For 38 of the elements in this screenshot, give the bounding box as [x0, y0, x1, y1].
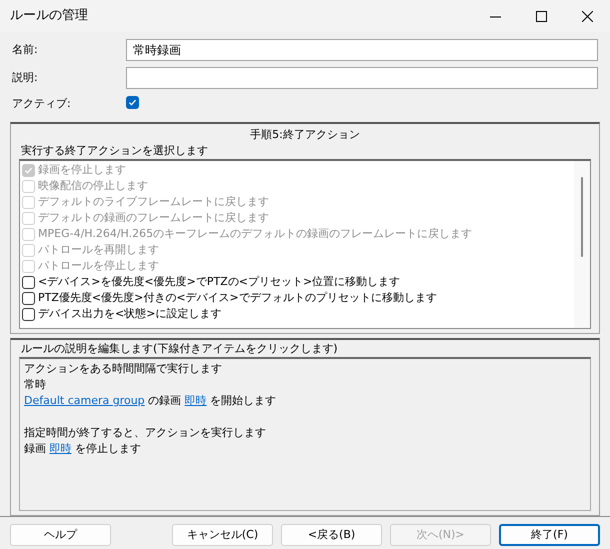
action-label: 映像配信の停止します [38, 178, 148, 194]
checkmark-icon [24, 166, 33, 174]
description-line: 指定時間が終了すると、アクションを実行します [24, 425, 267, 441]
dialog-button[interactable]: 終了(F) [499, 524, 600, 546]
dialog-button[interactable]: キャンセル(C) [172, 524, 273, 546]
window-title: ルールの管理 [10, 8, 89, 24]
link[interactable]: 即時 [184, 394, 207, 407]
action-label: デバイス出力を<状態>に設定します [38, 306, 222, 322]
action-label: デフォルトのライブフレームレートに戻します [38, 194, 269, 210]
checkbox[interactable] [22, 292, 35, 304]
dialog-button[interactable]: <戻る(B) [281, 524, 382, 546]
field-label: アクティブ: [12, 96, 72, 112]
action-label: デフォルトの録画のフレームレートに戻します [38, 210, 269, 226]
action-label: MPEG-4/H.264/H.265のキーフレームのデフォルトの録画のフレームレートに戻します [38, 226, 472, 242]
dialog-button[interactable]: ヘルプ [10, 524, 111, 546]
text-field[interactable]: 常時録画 [126, 39, 598, 61]
link[interactable]: Default camera group [24, 394, 145, 407]
action-label: 録画を停止します [38, 162, 126, 178]
description-heading: ルールの説明を編集します(下線付きアイテムをクリックします) [21, 341, 339, 357]
action-label: PTZ優先度<優先度>付きの<デバイス>でデフォルトのプリセットに移動します [38, 290, 437, 306]
scrollbar-thumb[interactable] [581, 177, 583, 257]
action-label: パトロールを停止します [38, 258, 159, 274]
description-line: Default camera group の録画 即時 を開始します [24, 393, 278, 409]
step-heading: 手順5:終了アクション [249, 127, 361, 143]
description-line: アクションをある時間間隔で実行します [24, 361, 223, 377]
action-label: パトロールを再開します [38, 242, 159, 258]
checkmark-icon [128, 98, 137, 107]
action-label: <デバイス>を優先度<優先度>でPTZの<プリセット>位置に移動します [38, 274, 400, 290]
checkbox[interactable] [126, 96, 139, 109]
description-line: 常時 [24, 377, 47, 393]
prompt-text: 実行する終了アクションを選択します [21, 143, 209, 159]
description-line: 録画 即時 を停止します [24, 441, 142, 457]
text-field[interactable] [126, 67, 598, 89]
field-label: 名前: [12, 42, 39, 58]
checkbox[interactable] [22, 308, 35, 320]
checkbox[interactable] [22, 276, 35, 288]
link[interactable]: 即時 [50, 442, 72, 455]
field-label: 説明: [12, 70, 39, 86]
